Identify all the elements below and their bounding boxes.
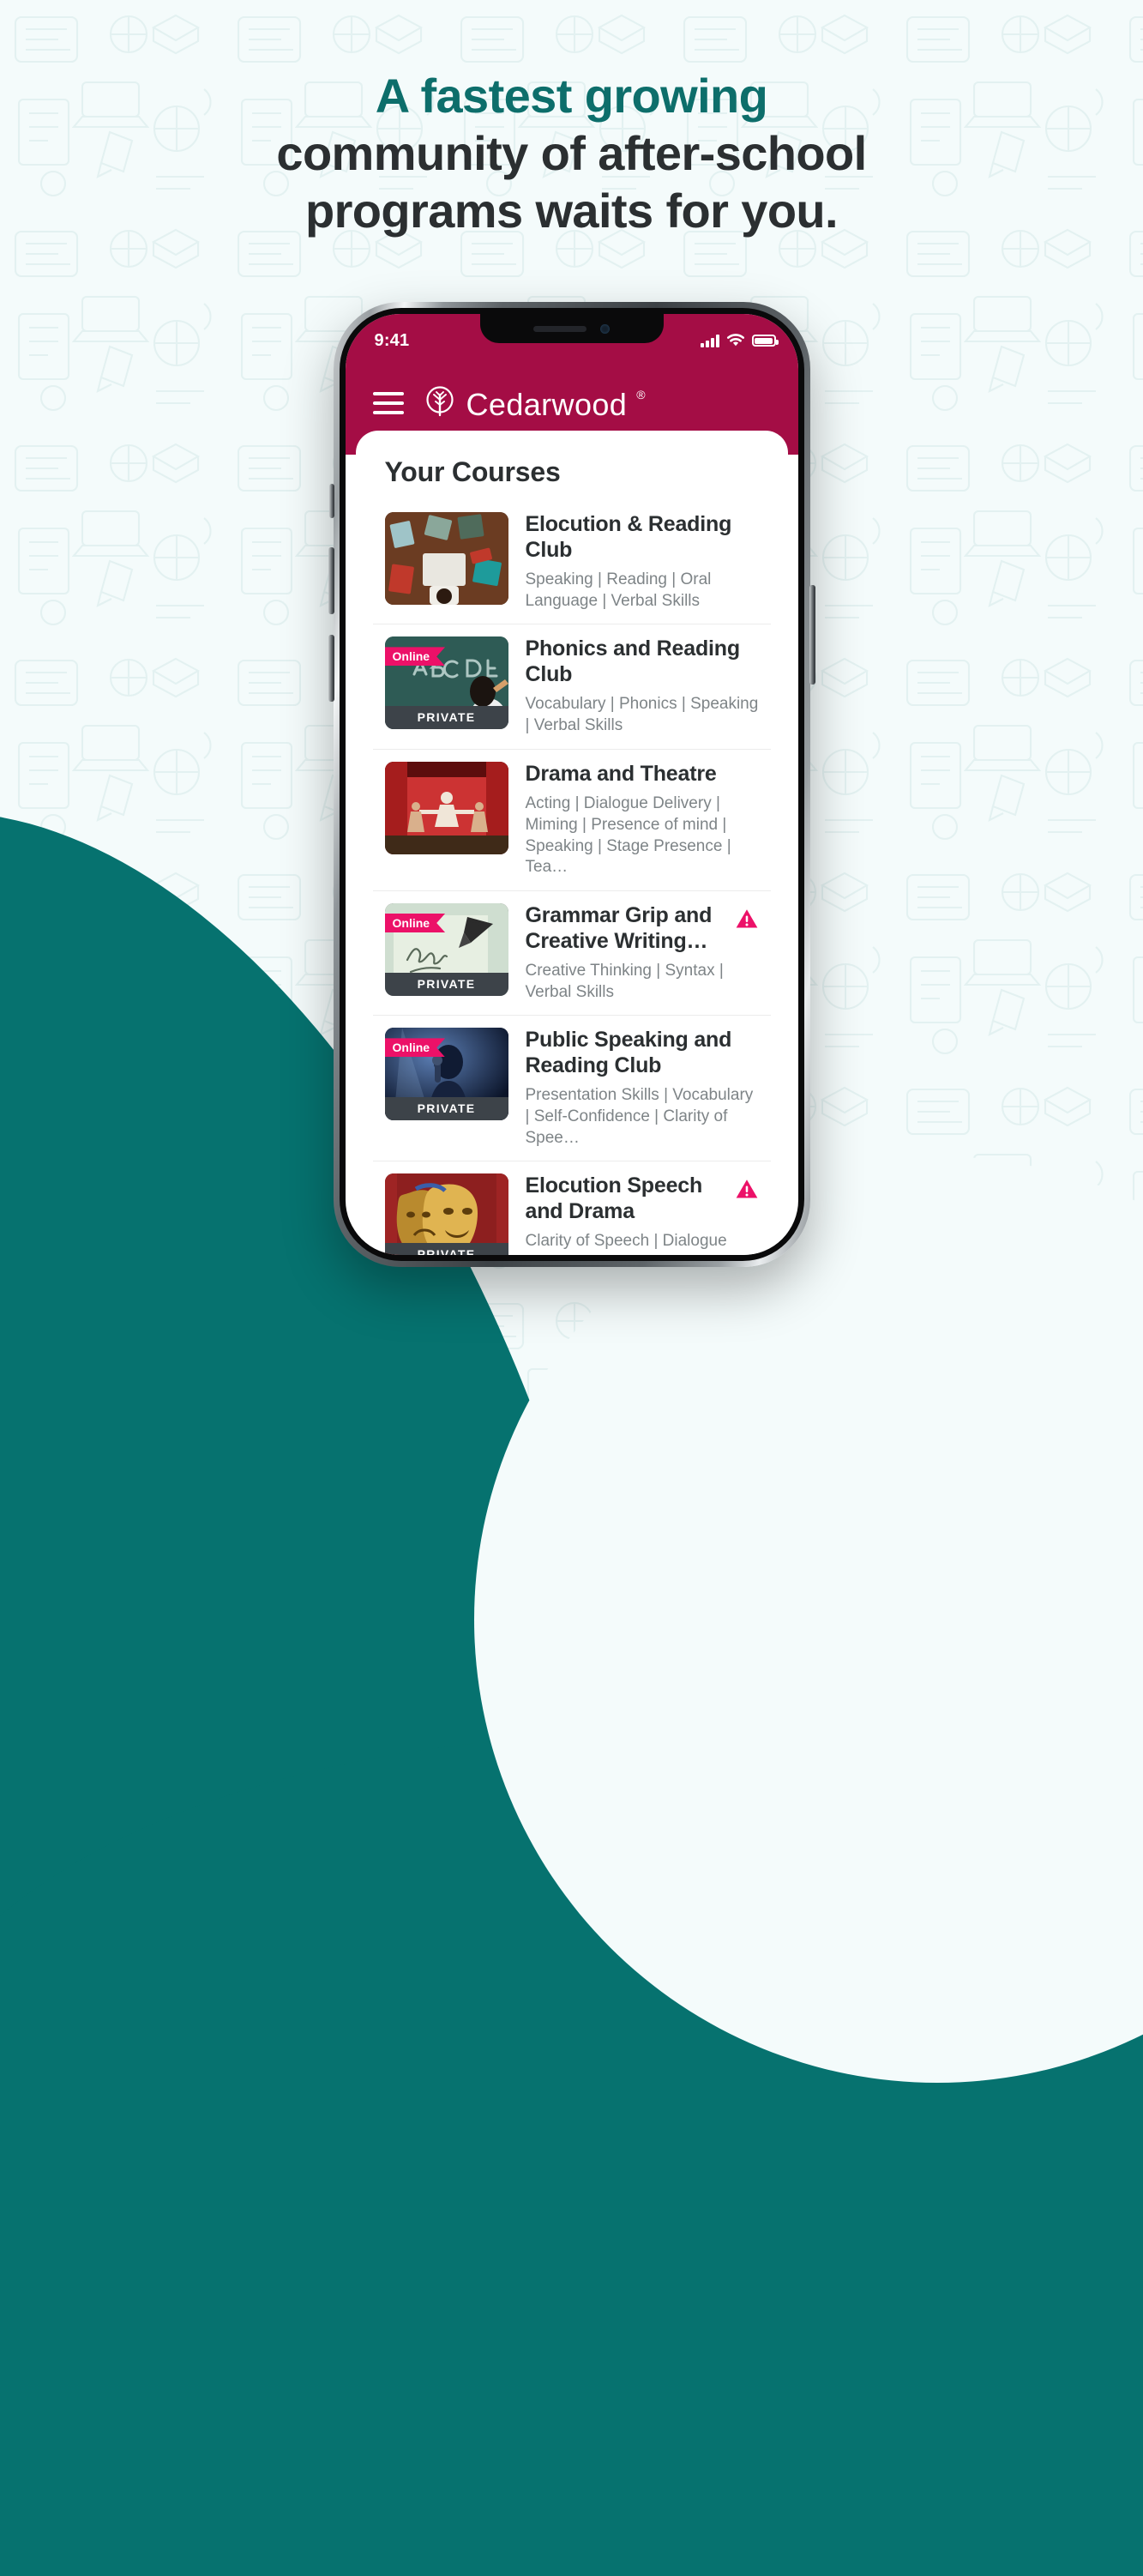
course-list-item[interactable]: PRIVATE Elocution Speech and Drama Clari… <box>373 1161 771 1255</box>
course-title: Drama and Theatre <box>525 761 717 786</box>
headline-line-2: community of after-school <box>276 126 867 181</box>
course-list-item[interactable]: Drama and Theatre Acting | Dialogue Deli… <box>372 750 771 891</box>
battery-full-icon <box>751 335 779 347</box>
cedarwood-tree-logo-icon <box>425 386 454 417</box>
course-body: Elocution Speech and Drama Clarity of Sp… <box>526 1173 759 1255</box>
course-body: Drama and Theatre Acting | Dialogue Deli… <box>526 762 759 878</box>
front-camera-icon <box>600 323 610 334</box>
phone-screen: 9:41 Cedarwood ® Your Courses Elocution … <box>345 314 798 1255</box>
page-headline: A fastest growing community of after-sch… <box>0 67 1143 240</box>
earpiece-speaker <box>533 325 587 332</box>
course-list-item[interactable]: Elocution & Reading Club Speaking | Read… <box>372 500 771 625</box>
course-title: Elocution & Reading Club <box>525 512 732 562</box>
course-thumbnail[interactable]: PRIVATE <box>384 1173 508 1255</box>
course-warning-icon[interactable] <box>735 1177 759 1205</box>
private-badge: PRIVATE <box>384 973 508 996</box>
course-title: Public Speaking and Reading Club <box>525 1028 732 1077</box>
course-list-item[interactable]: Online PRIVATE Grammar Grip and Creative… <box>372 891 771 1017</box>
course-thumbnail[interactable]: Online PRIVATE <box>384 1028 508 1121</box>
course-tags: Clarity of Speech | Dialogue Delivery | … <box>525 1232 727 1255</box>
course-tags: Vocabulary | Phonics | Speaking | Verbal… <box>525 695 759 735</box>
course-title: Phonics and Reading Club <box>525 636 741 686</box>
warning-icon[interactable] <box>735 907 759 931</box>
status-bar-time: 9:41 <box>374 330 410 350</box>
content-sheet: Your Courses Elocution & Reading Club Sp… <box>355 431 788 1255</box>
phone-volume-up-button[interactable] <box>328 547 334 614</box>
phone-mockup: 9:41 Cedarwood ® Your Courses Elocution … <box>328 302 815 1267</box>
private-badge: PRIVATE <box>384 1097 508 1121</box>
registered-mark: ® <box>636 388 646 401</box>
online-badge: Online <box>384 1038 446 1058</box>
phone-notch <box>479 314 664 343</box>
course-tags: Acting | Dialogue Delivery | Miming | Pr… <box>525 794 731 877</box>
course-thumbnail[interactable]: Online PRIVATE <box>384 903 508 996</box>
course-warning-icon[interactable] <box>735 907 759 935</box>
private-badge: PRIVATE <box>384 706 508 730</box>
phone-volume-down-button[interactable] <box>328 635 334 702</box>
phone-power-button[interactable] <box>809 585 815 685</box>
course-thumbnail[interactable]: Online PRIVATE <box>384 636 508 730</box>
brand-lockup: Cedarwood ® <box>423 384 646 422</box>
course-body: Elocution & Reading Club Speaking | Read… <box>526 512 759 612</box>
online-badge: Online <box>384 914 446 932</box>
course-list-item[interactable]: Online PRIVATE Public Speaking and Readi… <box>372 1016 771 1162</box>
private-badge: PRIVATE <box>384 1243 508 1255</box>
course-thumbnail[interactable] <box>384 761 508 854</box>
signal-bars-icon <box>701 334 719 347</box>
course-title: Grammar Grip and Creative Writing… <box>525 903 713 953</box>
online-badge: Online <box>384 647 446 667</box>
course-body: Grammar Grip and Creative Writing… Creat… <box>526 903 759 1003</box>
course-body: Phonics and Reading Club Vocabulary | Ph… <box>526 636 759 736</box>
headline-line-1: A fastest growing <box>375 69 768 123</box>
page-title: Your Courses <box>384 456 561 487</box>
hamburger-menu-icon[interactable] <box>372 392 404 414</box>
course-list-item[interactable]: Online PRIVATE Phonics and Reading Club … <box>372 624 771 750</box>
phone-mute-switch[interactable] <box>328 484 334 518</box>
course-tags: Creative Thinking | Syntax | Verbal Skil… <box>525 962 724 1001</box>
warning-icon[interactable] <box>735 1177 759 1201</box>
app-nav-row: Cedarwood ® <box>346 367 798 439</box>
course-tags: Presentation Skills | Vocabulary | Self-… <box>525 1086 754 1147</box>
brand-name: Cedarwood <box>466 387 628 422</box>
headline-line-3: programs waits for you. <box>305 184 839 238</box>
course-tags: Speaking | Reading | Oral Language | Ver… <box>525 570 712 610</box>
course-thumbnail[interactable] <box>384 512 508 605</box>
course-list[interactable]: Elocution & Reading Club Speaking | Read… <box>356 492 788 1255</box>
wifi-icon <box>726 334 744 347</box>
course-title: Elocution Speech and Drama <box>525 1173 703 1223</box>
course-body: Public Speaking and Reading Club Present… <box>526 1028 759 1149</box>
